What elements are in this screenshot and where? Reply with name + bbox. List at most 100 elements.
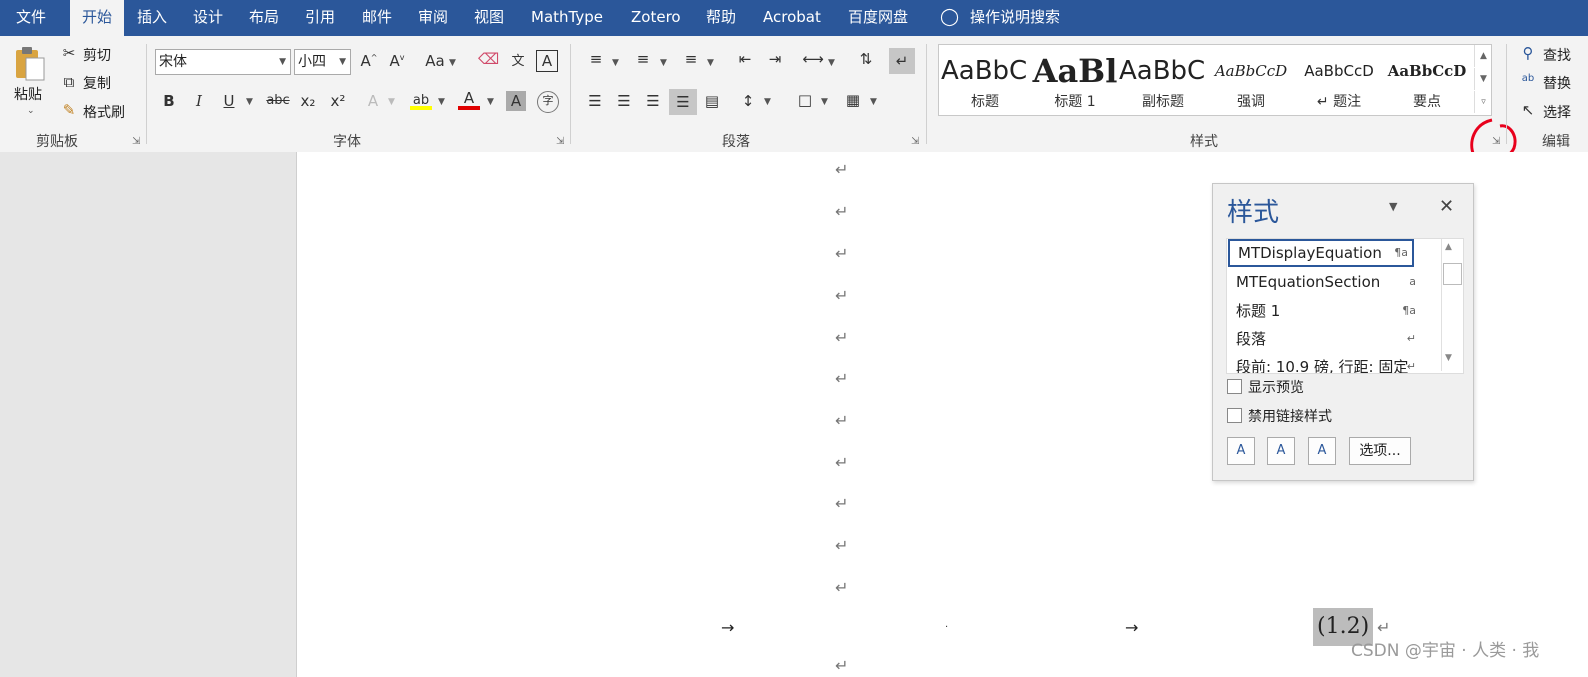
change-case-icon[interactable]: Aa	[424, 52, 446, 70]
style-item-emphasis[interactable]: AaBbCcD 强调	[1207, 45, 1295, 115]
tab-references[interactable]: 引用	[305, 0, 335, 36]
chevron-down-icon[interactable]: ▼	[339, 50, 346, 74]
style-item-heading1[interactable]: AaBl 标题 1	[1031, 45, 1119, 115]
shading-icon[interactable]: □	[794, 91, 816, 109]
sort-icon[interactable]: ⇅	[856, 50, 876, 68]
chevron-down-icon[interactable]: ▼	[764, 97, 771, 107]
tab-review[interactable]: 审阅	[418, 0, 448, 36]
paragraph-launcher-icon[interactable]: ⇲	[911, 136, 919, 147]
align-right-icon[interactable]: ☰	[643, 92, 663, 110]
gallery-scroll-down-icon[interactable]: ▼	[1474, 68, 1492, 90]
borders-icon[interactable]: ▦	[842, 91, 864, 109]
bullets-icon[interactable]: ≡	[585, 50, 607, 68]
cut-button[interactable]: 剪切	[83, 45, 111, 65]
underline-icon[interactable]: U	[220, 92, 238, 110]
chevron-down-icon[interactable]: ▼	[660, 58, 667, 68]
gallery-more-icon[interactable]: ▿	[1474, 91, 1492, 113]
paste-icon[interactable]	[12, 44, 48, 82]
style-item-caption[interactable]: AaBbCcD ↵ 题注	[1295, 45, 1383, 115]
styles-list-scrollbar[interactable]: ▲ ▼	[1441, 239, 1462, 371]
scrollbar-thumb[interactable]	[1443, 263, 1462, 285]
style-row[interactable]: 段前: 10.9 磅, 行距: 固定 ↵	[1228, 353, 1420, 373]
clear-formatting-icon[interactable]: ⌫	[478, 50, 499, 68]
format-painter-button[interactable]: 格式刷	[83, 102, 125, 122]
style-inspector-icon[interactable]: A	[1267, 437, 1295, 465]
tab-insert[interactable]: 插入	[137, 0, 167, 36]
bold-icon[interactable]: B	[160, 92, 178, 110]
chevron-down-icon[interactable]: ▼	[828, 58, 835, 68]
chevron-down-icon[interactable]: ▼	[449, 58, 456, 68]
tab-file[interactable]: 文件	[0, 0, 62, 36]
tab-view[interactable]: 视图	[474, 0, 504, 36]
tab-home[interactable]: 开始	[70, 0, 124, 36]
tab-help[interactable]: 帮助	[706, 0, 736, 36]
superscript-icon[interactable]: x²	[328, 92, 348, 110]
style-row[interactable]: 标题 1 ¶a	[1228, 297, 1420, 325]
text-effects-icon[interactable]: A	[364, 92, 382, 110]
decrease-indent-icon[interactable]: ⇤	[734, 50, 756, 68]
character-border-icon[interactable]: A	[536, 50, 558, 72]
disable-linked-styles-checkbox[interactable]	[1227, 408, 1242, 423]
chevron-down-icon[interactable]: ▼	[612, 58, 619, 68]
clipboard-launcher-icon[interactable]: ⇲	[132, 136, 140, 147]
increase-indent-icon[interactable]: ⇥	[764, 50, 786, 68]
align-left-icon[interactable]: ☰	[585, 92, 605, 110]
subscript-icon[interactable]: x₂	[298, 92, 318, 110]
options-button[interactable]: 选项...	[1349, 437, 1411, 465]
scroll-up-icon[interactable]: ▲	[1445, 242, 1452, 252]
replace-button[interactable]: 替换	[1543, 73, 1571, 93]
font-launcher-icon[interactable]: ⇲	[556, 136, 564, 147]
tab-mathtype[interactable]: MathType	[531, 0, 603, 36]
chevron-down-icon[interactable]: ▼	[246, 97, 253, 107]
gallery-scroll-up-icon[interactable]: ▲	[1474, 45, 1492, 67]
tab-zotero[interactable]: Zotero	[631, 0, 681, 36]
text-direction-icon[interactable]: ⟷	[802, 50, 824, 68]
strikethrough-icon[interactable]: abc	[264, 93, 292, 108]
paste-dropdown-icon[interactable]: ⌄	[27, 106, 35, 116]
enclose-characters-icon[interactable]: 字	[537, 91, 559, 113]
character-shading-icon[interactable]: A	[506, 91, 526, 111]
tab-layout[interactable]: 布局	[249, 0, 279, 36]
show-formatting-marks-icon[interactable]: ↵	[889, 48, 915, 74]
line-spacing-icon[interactable]: ↕	[738, 92, 758, 110]
tab-acrobat[interactable]: Acrobat	[763, 0, 821, 36]
find-button[interactable]: 查找	[1543, 45, 1571, 65]
manage-styles-icon[interactable]: A	[1308, 437, 1336, 465]
numbering-icon[interactable]: ≡	[632, 50, 654, 68]
new-style-icon[interactable]: A	[1227, 437, 1255, 465]
close-icon[interactable]: ✕	[1439, 196, 1454, 217]
justify-icon[interactable]: ☰	[669, 89, 697, 115]
font-name-combo[interactable]: 宋体 ▼	[155, 49, 291, 75]
chevron-down-icon[interactable]: ▼	[487, 97, 494, 107]
font-color-icon[interactable]: A	[458, 89, 480, 110]
select-button[interactable]: 选择	[1543, 102, 1571, 122]
chevron-down-icon[interactable]: ▼	[707, 58, 714, 68]
tab-mailings[interactable]: 邮件	[362, 0, 392, 36]
chevron-down-icon[interactable]: ▼	[279, 50, 286, 74]
style-item-key-point[interactable]: AaBbCcD 要点	[1383, 45, 1471, 115]
phonetic-guide-icon[interactable]: 文	[508, 50, 528, 69]
style-row[interactable]: MTEquationSection a	[1228, 268, 1420, 296]
show-preview-checkbox[interactable]	[1227, 379, 1242, 394]
tell-me-search[interactable]: 操作说明搜索	[970, 0, 1060, 36]
style-row[interactable]: 段落 ↵	[1228, 325, 1420, 353]
copy-button[interactable]: 复制	[83, 73, 111, 93]
highlight-icon[interactable]: ab	[410, 90, 432, 110]
style-row-selected[interactable]: MTDisplayEquation ¶a	[1228, 239, 1414, 267]
tab-baidu-netdisk[interactable]: 百度网盘	[848, 0, 908, 36]
pane-options-dropdown-icon[interactable]: ▼	[1389, 200, 1397, 213]
italic-icon[interactable]: I	[190, 92, 208, 110]
align-center-icon[interactable]: ☰	[614, 92, 634, 110]
paste-button[interactable]: 粘贴	[14, 84, 42, 104]
style-item-subtitle[interactable]: AaBbC( 副标题	[1119, 45, 1207, 115]
distributed-icon[interactable]: ▤	[702, 92, 722, 110]
tab-design[interactable]: 设计	[193, 0, 223, 36]
chevron-down-icon[interactable]: ▼	[388, 97, 395, 107]
font-size-combo[interactable]: 小四 ▼	[294, 49, 351, 75]
chevron-down-icon[interactable]: ▼	[438, 97, 445, 107]
style-item-title[interactable]: AaBbC( 标题	[941, 45, 1029, 115]
multilevel-list-icon[interactable]: ≡	[680, 50, 702, 68]
chevron-down-icon[interactable]: ▼	[821, 97, 828, 107]
chevron-down-icon[interactable]: ▼	[870, 97, 877, 107]
scroll-down-icon[interactable]: ▼	[1445, 353, 1452, 363]
